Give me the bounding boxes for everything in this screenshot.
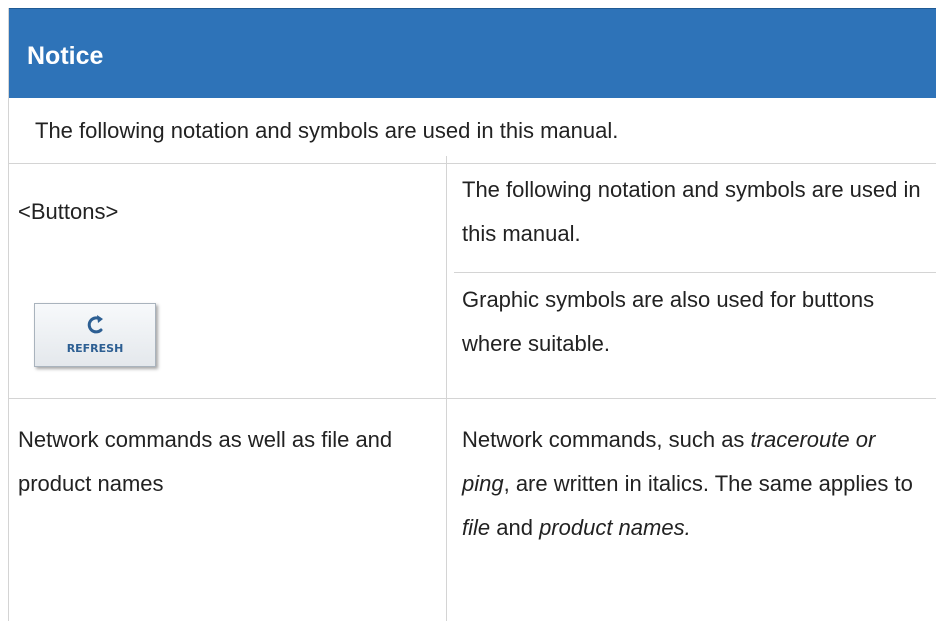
intro-text: The following notation and symbols are u… bbox=[35, 118, 619, 143]
refresh-icon bbox=[87, 315, 103, 334]
inner-row-divider bbox=[454, 272, 936, 273]
description-text-1: Network commands, such as bbox=[462, 427, 751, 452]
buttons-notation-label: <Buttons> bbox=[18, 199, 119, 224]
description-text-2: , are written in italics. The same appli… bbox=[503, 471, 913, 496]
buttons-notation-description: The following notation and symbols are u… bbox=[462, 177, 921, 246]
graphic-symbols-description: Graphic symbols are also used for button… bbox=[462, 287, 875, 356]
network-commands-description: Network commands, such as traceroute or … bbox=[462, 418, 922, 550]
italic-file: file bbox=[462, 515, 491, 540]
description-text-3: and bbox=[490, 515, 540, 540]
refresh-button-label: REFRESH bbox=[66, 342, 124, 355]
intro-row: The following notation and symbols are u… bbox=[9, 98, 936, 164]
network-commands-label: Network commands as well as file and pro… bbox=[18, 427, 393, 496]
refresh-button[interactable]: REFRESH bbox=[34, 303, 156, 367]
notice-title: Notice bbox=[27, 42, 104, 70]
italic-product-names: product names. bbox=[539, 515, 691, 540]
row-divider bbox=[8, 398, 936, 399]
column-divider bbox=[446, 156, 447, 621]
notice-header: Notice bbox=[9, 8, 936, 98]
